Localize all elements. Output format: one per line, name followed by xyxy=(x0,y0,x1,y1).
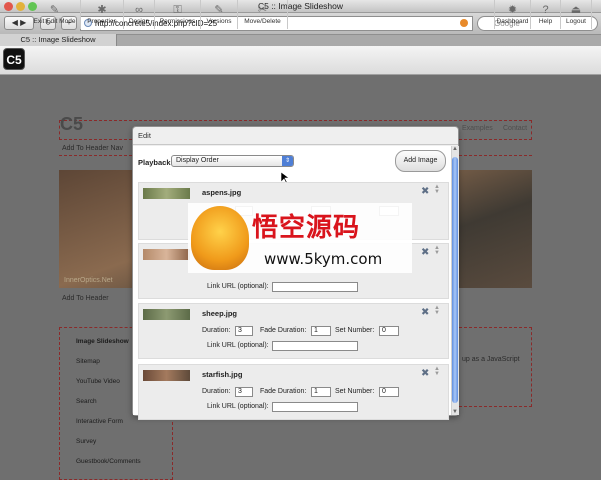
sidebar-item-youtube-video[interactable]: YouTube Video xyxy=(76,378,120,385)
image-row: sheep.jpg ✖ ▲ ▼ Duration: 3 Fade Duration… xyxy=(138,303,449,359)
delete-icon[interactable]: ✖ xyxy=(421,248,430,258)
link-url-field[interactable] xyxy=(272,341,358,351)
gear-icon: ✱ xyxy=(97,4,107,16)
link-url-field[interactable] xyxy=(272,402,358,412)
dialog-content: Playback Display Order ⇕ Add Image aspen… xyxy=(133,146,458,420)
fade-duration-label: Fade Duration: xyxy=(260,327,307,334)
watermark-url: www.5kym.com xyxy=(264,250,383,268)
monkey-logo-icon xyxy=(191,206,249,270)
scroll-up-icon[interactable]: ▲ xyxy=(452,146,458,152)
key-icon: ⚿ xyxy=(173,4,182,16)
image-thumbnail xyxy=(143,309,190,320)
pencil-icon: ✎ xyxy=(214,4,224,16)
c5-logo[interactable]: C5 xyxy=(3,48,25,70)
versions-button[interactable]: ✎ Versions xyxy=(201,0,238,29)
fade-duration-field[interactable]: 1 xyxy=(311,326,331,336)
hero-caption: InnerOptics.Net xyxy=(64,277,113,284)
add-to-header[interactable]: Add To Header xyxy=(62,295,109,302)
link-url-label: Link URL (optional): xyxy=(207,342,269,349)
dashboard-gear-icon: ✹ xyxy=(507,4,518,16)
fade-duration-label: Fade Duration: xyxy=(260,388,307,395)
fade-duration-field[interactable]: 1 xyxy=(311,387,331,397)
minimize-window-button[interactable] xyxy=(16,2,25,11)
help-button[interactable]: ? Help xyxy=(531,0,561,29)
duration-field[interactable]: 3 xyxy=(235,326,253,336)
image-thumbnail xyxy=(143,370,190,381)
link-url-label: Link URL (optional): xyxy=(207,403,269,410)
image-thumbnail xyxy=(143,249,190,260)
set-number-field[interactable]: 0 xyxy=(379,387,399,397)
link-url-field[interactable] xyxy=(272,282,358,292)
sidebar-item-search[interactable]: Search xyxy=(76,398,97,405)
help-icon: ? xyxy=(542,4,549,16)
move-delete-button[interactable]: ✂ Move/Delete xyxy=(238,0,288,29)
delete-icon[interactable]: ✖ xyxy=(421,187,430,197)
permissions-button[interactable]: ⚿ Permissions xyxy=(155,0,201,29)
rss-icon[interactable] xyxy=(460,19,468,27)
properties-button[interactable]: ✱ Properties xyxy=(81,0,124,29)
logout-button[interactable]: ⏏ Logout xyxy=(561,0,592,29)
dialog-title: Edit xyxy=(133,127,458,145)
reorder-arrows-icon[interactable]: ▲ ▼ xyxy=(433,305,441,316)
duration-label: Duration: xyxy=(202,327,231,334)
sidebar-item-sitemap[interactable]: Sitemap xyxy=(76,358,100,365)
cms-toolbar xyxy=(0,46,601,75)
pencil-icon: ✎ xyxy=(49,4,60,16)
reorder-arrows-icon[interactable]: ▲ ▼ xyxy=(433,184,441,195)
set-number-label: Set Number: xyxy=(335,327,375,334)
sidebar-item-interactive-form[interactable]: Interactive Form xyxy=(76,418,123,425)
reorder-arrows-icon[interactable]: ▲ ▼ xyxy=(433,366,441,377)
dashboard-button[interactable]: ✹ Dashboard xyxy=(494,0,531,29)
add-image-button[interactable]: Add Image xyxy=(395,150,446,172)
duration-field[interactable]: 3 xyxy=(235,387,253,397)
back-arrow-icon[interactable]: ◀ xyxy=(12,18,18,27)
playback-select[interactable]: Display Order ⇕ xyxy=(171,155,294,167)
scroll-down-icon[interactable]: ▼ xyxy=(452,409,458,415)
playback-label: Playback xyxy=(138,158,171,167)
delete-icon[interactable]: ✖ xyxy=(421,369,430,379)
image-row: starfish.jpg ✖ ▲ ▼ Duration: 3 Fade Durat… xyxy=(138,364,449,420)
glasses-icon: ∞ xyxy=(135,4,143,16)
link-url-label: Link URL (optional): xyxy=(207,283,269,290)
logout-icon: ⏏ xyxy=(570,4,582,16)
design-button[interactable]: ∞ Design xyxy=(124,0,155,29)
set-number-label: Set Number: xyxy=(335,388,375,395)
scissors-icon: ✂ xyxy=(257,4,268,16)
site-title[interactable]: C5 xyxy=(60,114,83,135)
image-name: sheep.jpg xyxy=(202,309,238,318)
watermark-chinese-text: 悟空源码 xyxy=(252,213,361,243)
sidebar-item-survey[interactable]: Survey xyxy=(76,438,96,445)
chevron-updown-icon: ⇕ xyxy=(282,156,293,166)
playback-value: Display Order xyxy=(176,157,219,164)
set-number-field[interactable]: 0 xyxy=(379,326,399,336)
scrollbar-thumb[interactable] xyxy=(452,157,458,403)
close-window-button[interactable] xyxy=(4,2,13,11)
tab-active[interactable]: C5 :: Image Slideshow xyxy=(0,34,117,46)
add-to-header-nav[interactable]: Add To Header Nav xyxy=(62,145,123,152)
nav-link-examples[interactable]: Examples xyxy=(462,125,493,132)
sidebar-item-image-slideshow[interactable]: Image Slideshow xyxy=(76,338,129,345)
content-area xyxy=(459,327,532,407)
duration-label: Duration: xyxy=(202,388,231,395)
sidebar-item-guestbook[interactable]: Guestbook/Comments xyxy=(76,458,141,465)
image-name: starfish.jpg xyxy=(202,370,243,379)
exit-edit-mode-button[interactable]: ✎ Exit Edit Mode xyxy=(29,0,81,29)
reorder-arrows-icon[interactable]: ▲ ▼ xyxy=(433,245,441,256)
delete-icon[interactable]: ✖ xyxy=(421,308,430,318)
nav-link-contact[interactable]: Contact xyxy=(503,125,527,132)
content-text: up as a JavaScript xyxy=(462,356,520,363)
mouse-cursor-icon xyxy=(281,172,289,184)
image-thumbnail xyxy=(143,188,190,199)
image-name: aspens.jpg xyxy=(202,188,242,197)
forward-arrow-icon[interactable]: ▶ xyxy=(20,18,26,27)
